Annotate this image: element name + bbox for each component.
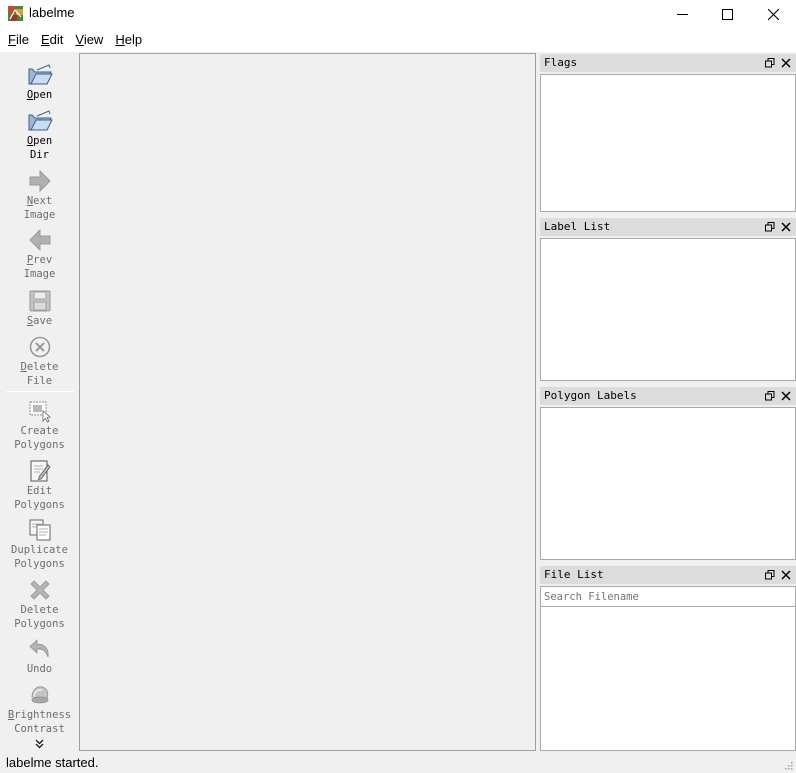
flags-list[interactable]	[540, 74, 796, 212]
float-icon[interactable]	[765, 58, 775, 68]
edit-icon	[30, 460, 51, 482]
brightness-contrast-label: Brightness Contrast	[7, 709, 72, 735]
tools-toolbar: Open Open Dir Next Image Prev Image Save	[2, 53, 77, 750]
label-list-dock-title: Label List	[544, 220, 611, 233]
menu-help[interactable]: Help	[109, 28, 148, 52]
prev-image-button[interactable]: Prev Image	[2, 228, 77, 281]
file-list-dock-titlebar[interactable]: File List	[540, 566, 796, 584]
polygon-labels-dock: Polygon Labels	[538, 387, 796, 561]
save-label: Save	[26, 315, 53, 327]
flags-dock: Flags	[538, 54, 796, 213]
open-dir-button[interactable]: Open Dir	[2, 109, 77, 162]
cross-icon	[29, 580, 50, 600]
minimize-icon	[676, 13, 688, 15]
toolbar-extension-chevron-icon[interactable]	[35, 739, 44, 749]
polygon-labels-dock-titlebar[interactable]: Polygon Labels	[540, 387, 796, 405]
close-icon[interactable]	[781, 222, 791, 232]
delete-polygons-label: Delete Polygons	[14, 604, 65, 630]
menu-view-label: iew	[83, 32, 104, 47]
duplicate-polygons-label: Duplicate Polygons	[11, 544, 68, 570]
duplicate-polygons-button[interactable]: Duplicate Polygons	[2, 518, 77, 571]
close-icon[interactable]	[781, 391, 791, 401]
menu-file-label: ile	[15, 32, 29, 47]
menu-edit[interactable]: Edit	[35, 28, 69, 52]
status-bar: labelme started.	[0, 752, 796, 773]
next-image-label: Next Image	[23, 195, 56, 221]
edit-polygons-label: Edit Polygons	[14, 485, 65, 511]
edit-polygons-button[interactable]: Edit Polygons	[2, 459, 77, 512]
search-filename-input[interactable]	[540, 586, 796, 607]
title-bar[interactable]: labelme	[0, 0, 796, 28]
close-window-button[interactable]	[750, 0, 796, 28]
float-icon[interactable]	[765, 570, 775, 580]
brightness-icon	[31, 686, 48, 704]
close-icon[interactable]	[781, 570, 791, 580]
undo-label: Undo	[26, 663, 53, 675]
prev-image-label: Prev Image	[23, 254, 56, 280]
flags-dock-title: Flags	[544, 56, 578, 69]
create-polygons-label: Create Polygons	[14, 425, 65, 451]
menu-edit-label: dit	[49, 32, 64, 47]
create-polygon-icon	[29, 401, 51, 423]
undo-button[interactable]: Undo	[2, 637, 77, 676]
menu-bar: File Edit View Help	[0, 28, 796, 52]
save-icon	[29, 290, 50, 312]
open-button[interactable]: Open	[2, 63, 77, 102]
next-image-button[interactable]: Next Image	[2, 169, 77, 222]
float-icon[interactable]	[765, 222, 775, 232]
menu-edit-mnemonic: E	[40, 32, 50, 47]
maximize-icon	[721, 8, 733, 20]
image-canvas[interactable]	[79, 53, 536, 751]
polygon-labels-dock-title: Polygon Labels	[544, 389, 637, 402]
window-title: labelme	[29, 5, 75, 20]
file-list-dock: File List	[538, 566, 796, 752]
size-grip-icon[interactable]	[783, 760, 793, 770]
label-list-dock-titlebar[interactable]: Label List	[540, 218, 796, 236]
undo-icon	[28, 639, 49, 658]
file-list[interactable]	[540, 606, 796, 751]
open-dir-label: Open Dir	[26, 135, 53, 161]
labelme-logo-icon	[8, 6, 23, 21]
folder-open-icon	[28, 110, 53, 131]
delete-circle-icon	[29, 336, 50, 358]
arrow-left-icon	[28, 228, 50, 252]
menu-help-label: elp	[124, 32, 143, 47]
close-icon[interactable]	[781, 58, 791, 68]
duplicate-icon	[29, 519, 50, 541]
label-list[interactable]	[540, 238, 796, 381]
menu-file[interactable]: File	[2, 28, 35, 52]
close-icon	[767, 8, 779, 20]
folder-open-icon	[28, 64, 53, 85]
maximize-button[interactable]	[704, 0, 750, 28]
arrow-right-icon	[29, 169, 51, 193]
delete-file-button[interactable]: Delete File	[2, 335, 77, 388]
float-icon[interactable]	[765, 391, 775, 401]
toolbar-separator	[6, 391, 74, 392]
menu-view[interactable]: View	[69, 28, 109, 52]
menu-help-mnemonic: H	[115, 32, 125, 47]
menu-view-mnemonic: V	[75, 32, 84, 47]
minimize-button[interactable]	[659, 0, 705, 28]
menu-file-mnemonic: F	[8, 32, 16, 47]
flags-dock-titlebar[interactable]: Flags	[540, 54, 796, 72]
delete-polygons-button[interactable]: Delete Polygons	[2, 578, 77, 631]
file-list-dock-title: File List	[544, 568, 604, 581]
polygon-labels-list[interactable]	[540, 407, 796, 560]
label-list-dock: Label List	[538, 218, 796, 382]
delete-file-label: Delete File	[20, 361, 59, 387]
save-button[interactable]: Save	[2, 289, 77, 328]
create-polygons-button[interactable]: Create Polygons	[2, 399, 77, 452]
open-label: Open	[26, 89, 53, 101]
status-message: labelme started.	[6, 755, 99, 770]
brightness-contrast-button[interactable]: Brightness Contrast	[2, 683, 77, 736]
